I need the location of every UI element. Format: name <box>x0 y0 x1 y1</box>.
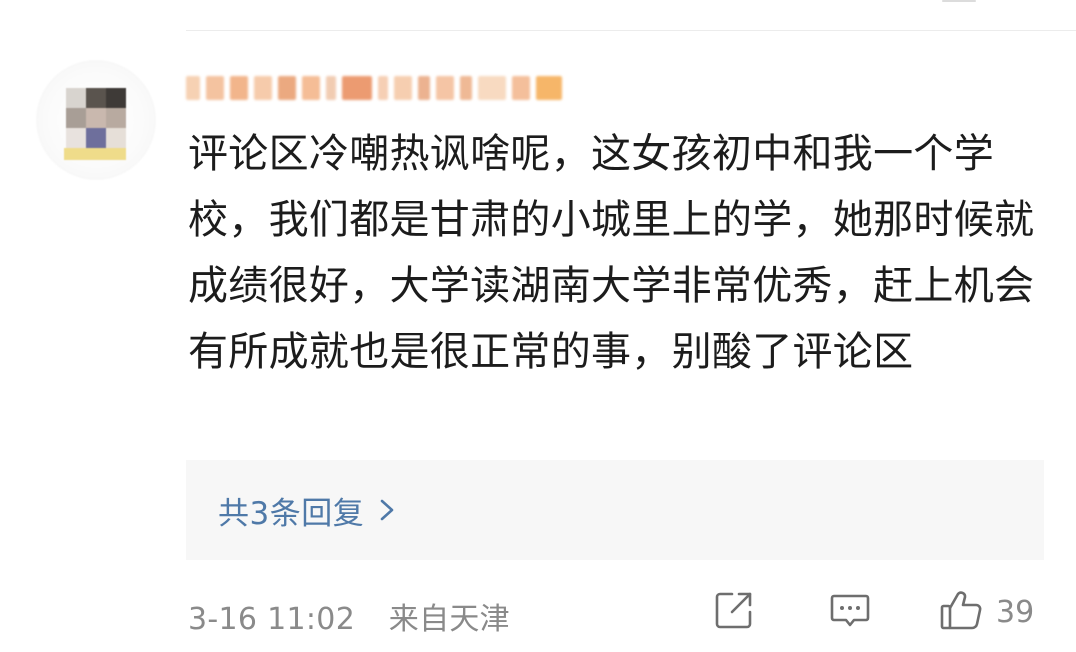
username-blurred[interactable] <box>186 72 706 104</box>
comment-icon <box>828 588 872 636</box>
like-count: 39 <box>996 594 1035 630</box>
chevron-right-icon <box>378 495 396 525</box>
view-replies-button[interactable]: 共3条回复 <box>186 460 1044 560</box>
top-divider <box>186 30 1076 31</box>
reply-count-link[interactable]: 共3条回复 <box>218 488 364 533</box>
timestamp: 3-16 11:02 <box>188 602 356 637</box>
share-icon <box>712 588 756 636</box>
share-button[interactable] <box>712 588 756 636</box>
like-button[interactable]: 39 <box>938 588 1034 636</box>
thumbs-up-icon <box>938 586 986 638</box>
top-divider-fragment <box>942 0 976 2</box>
comment-meta: 3-16 11:02 来自天津 <box>188 594 510 638</box>
reply-comment-button[interactable] <box>828 588 872 636</box>
location: 来自天津 <box>388 602 510 637</box>
comment-footer: 3-16 11:02 来自天津 39 <box>188 586 1048 642</box>
comment-text: 评论区冷嘲热讽啥呢，这女孩初中和我一个学校，我们都是甘肃的小城里上的学，她那时候… <box>188 131 1035 375</box>
avatar[interactable] <box>36 60 156 180</box>
